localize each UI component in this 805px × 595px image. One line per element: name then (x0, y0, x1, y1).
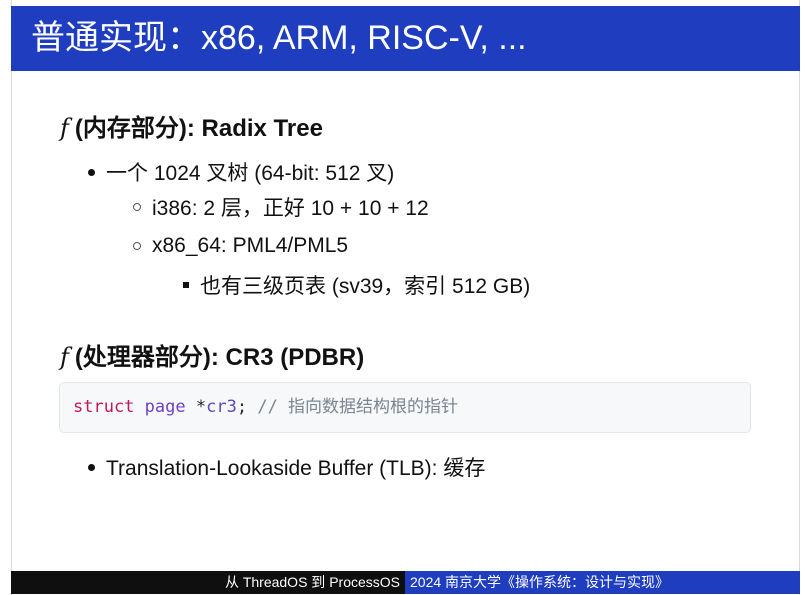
bullet-square-icon (183, 282, 189, 288)
bullet-circle-icon (133, 203, 141, 211)
section-heading-memory: 𝑓 (内存部分): Radix Tree (60, 108, 323, 143)
bullet-level2: x86_64: PML4/PML5 (133, 234, 348, 258)
section-heading-processor: 𝑓 (处理器部分): CR3 (PDBR) (60, 337, 364, 372)
code-block: struct page *cr3; // 指向数据结构根的指针 (59, 382, 751, 433)
bullet-disc-icon (88, 463, 95, 471)
bullet-text: 一个 1024 叉树 (64-bit: 512 叉) (106, 162, 395, 185)
bullet-circle-icon (133, 242, 141, 250)
code-identifier: cr3 (206, 397, 237, 417)
bullet-disc-icon (88, 168, 95, 176)
bullet-text: Translation-Lookaside Buffer (TLB): 缓存 (106, 457, 486, 480)
bullet-level3: 也有三级页表 (sv39，索引 512 GB) (183, 270, 530, 300)
slide: 普通实现：x86, ARM, RISC-V, ... 𝑓 (内存部分): Rad… (0, 0, 805, 595)
slide-title: 普通实现：x86, ARM, RISC-V, ... (31, 19, 527, 57)
function-symbol: 𝑓 (60, 343, 69, 371)
bullet-text: x86_64: PML4/PML5 (152, 234, 349, 257)
title-bar: 普通实现：x86, ARM, RISC-V, ... (11, 6, 800, 71)
footer-right: 2024 南京大学《操作系统：设计与实现》 (405, 571, 800, 594)
bullet-level1: 一个 1024 叉树 (64-bit: 512 叉) (88, 157, 394, 187)
code-semicolon: ; (236, 397, 248, 417)
section-heading-text: (内存部分): Radix Tree (74, 115, 323, 142)
bullet-level1: Translation-Lookaside Buffer (TLB): 缓存 (88, 452, 485, 482)
section-heading-text: (处理器部分): CR3 (PDBR) (74, 344, 365, 371)
code-comment: // 指向数据结构根的指针 (257, 397, 459, 417)
code-star: * (195, 397, 207, 417)
code-keyword: struct (73, 397, 135, 417)
bullet-text: i386: 2 层，正好 10 + 10 + 12 (152, 197, 429, 220)
code-type: page (144, 397, 186, 417)
bullet-level2: i386: 2 层，正好 10 + 10 + 12 (133, 192, 429, 222)
bullet-text: 也有三级页表 (sv39，索引 512 GB) (200, 275, 531, 298)
function-symbol: 𝑓 (60, 114, 69, 142)
footer-left: 从 ThreadOS 到 ProcessOS (11, 571, 405, 594)
